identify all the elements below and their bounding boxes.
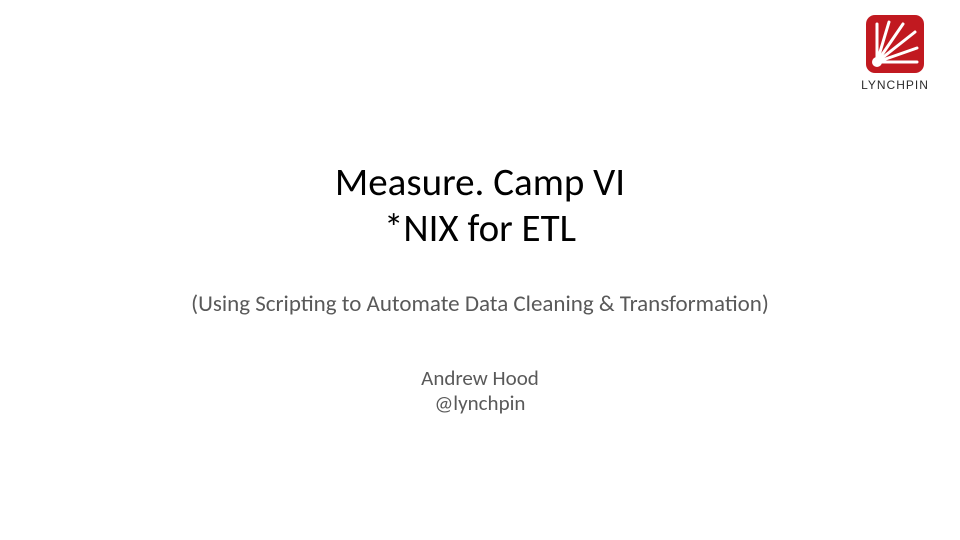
- author-handle: @lynchpin: [0, 391, 960, 416]
- lynchpin-icon: [856, 14, 934, 74]
- author-block: Andrew Hood @lynchpin: [0, 366, 960, 416]
- title-line-1: Measure. Camp VI: [0, 160, 960, 206]
- slide-subtitle: (Using Scripting to Automate Data Cleani…: [0, 290, 960, 318]
- brand-logo: LYNCHPIN: [856, 14, 934, 92]
- author-name: Andrew Hood: [0, 366, 960, 391]
- title-line-2: *NIX for ETL: [0, 206, 960, 252]
- brand-name: LYNCHPIN: [856, 78, 934, 92]
- slide-title: Measure. Camp VI *NIX for ETL: [0, 160, 960, 252]
